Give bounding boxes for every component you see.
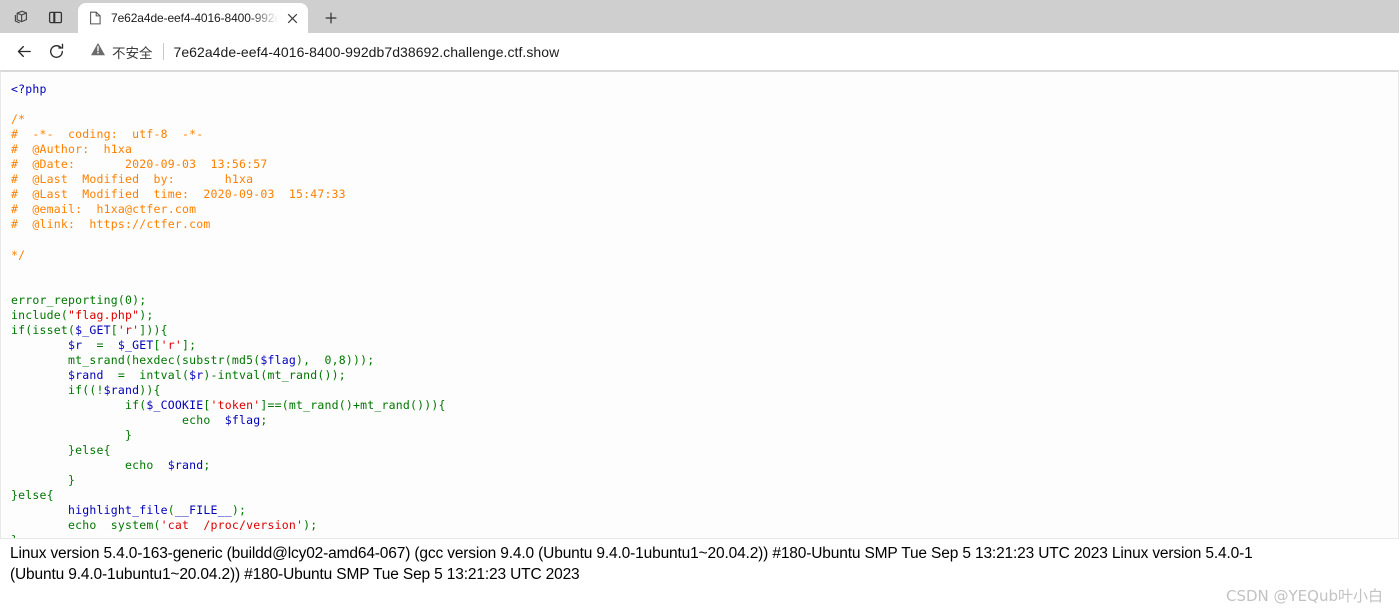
comment-line: # @link: https://ctfer.com [11, 217, 211, 232]
code-token: echo [124, 458, 154, 473]
code-token: ( [167, 503, 175, 518]
code-token: if( [124, 397, 147, 412]
browser-tab[interactable]: 7e62a4de-eef4-4016-8400-992db7d38692.cha… [78, 3, 308, 33]
comment-line: # @email: h1xa@ctfer.com [11, 202, 197, 217]
code-token: ); [231, 503, 247, 518]
navigation-toolbar: 不安全 7e62a4de-eef4-4016-8400-992db7d38692… [0, 33, 1399, 70]
code-token: = [82, 337, 118, 352]
code-token: (hexdec(substr(md5( [125, 352, 261, 367]
code-token: "flag.php" [68, 307, 140, 322]
warning-triangle-icon [90, 41, 106, 62]
code-token: 'r' [117, 322, 140, 337]
code-token: $r [68, 337, 83, 352]
php-source-highlight: <?php /* # -*- coding: utf-8 -*- # @Auth… [0, 71, 1399, 539]
code-token: }else{ [68, 443, 111, 458]
security-status[interactable]: 不安全 [90, 41, 153, 62]
code-token: highlight_file [68, 503, 168, 518]
code-token: )-intval(mt_rand()); [203, 367, 346, 382]
code-token: if((! [68, 382, 104, 397]
tab-title: 7e62a4de-eef4-4016-8400-992db7d38692.cha… [111, 11, 280, 25]
tab-strip: 7e62a4de-eef4-4016-8400-992db7d38692.cha… [0, 0, 1399, 33]
php-open-tag: <?php [11, 82, 47, 96]
code-token: ( [60, 307, 68, 322]
code-token: $flag [260, 352, 296, 367]
code-token: $rand [167, 458, 204, 473]
comment-line: # @Last Modified by: h1xa [11, 172, 254, 187]
page-viewport: <?php /* # -*- coding: utf-8 -*- # @Auth… [0, 71, 1399, 614]
command-output-line-2: (Ubuntu 9.4.0-1ubuntu1~20.04.2)) #180-Ub… [10, 566, 580, 583]
comment-line: # @Date: 2020-09-03 13:56:57 [11, 157, 268, 172]
code-token: error_reporting [11, 292, 118, 307]
close-icon[interactable] [282, 8, 302, 28]
code-token: ]; [182, 337, 197, 352]
code-token: echo [181, 413, 211, 428]
code-token: 'cat /proc/version' [160, 518, 304, 533]
csdn-watermark: CSDN @YEQub叶小白 [1225, 587, 1383, 605]
code-token: include [11, 307, 61, 322]
new-tab-button[interactable] [316, 4, 346, 32]
code-token: ), 0,8))); [295, 352, 375, 367]
command-output-line-1: Linux version 5.4.0-163-generic (buildd@… [10, 545, 1253, 562]
comment-line: /* [11, 112, 26, 127]
code-token: ; [139, 292, 147, 307]
code-token: ; [146, 307, 154, 322]
security-label: 不安全 [112, 45, 153, 61]
url-text: 7e62a4de-eef4-4016-8400-992db7d38692.cha… [173, 43, 560, 60]
code-token: 'r' [160, 337, 182, 352]
comment-line: # @Last Modified time: 2020-09-03 15:47:… [11, 187, 346, 202]
code-token: system( [96, 518, 161, 533]
code-token: $rand [68, 367, 104, 382]
comment-line: */ [11, 247, 26, 262]
code-token: $_GET [117, 337, 154, 352]
code-token: 'token' [210, 397, 261, 412]
comment-line: # @Author: h1xa [11, 142, 133, 157]
code-token: $flag [224, 413, 261, 428]
code-token: $_GET [75, 322, 111, 337]
code-token: = intval( [103, 367, 190, 382]
vertical-tabs-icon[interactable] [38, 2, 72, 32]
reload-icon[interactable] [40, 36, 72, 68]
code-token: [ [110, 322, 118, 337]
code-token: $rand [103, 382, 140, 397]
command-output: Linux version 5.4.0-163-generic (buildd@… [0, 539, 1399, 599]
back-arrow-icon[interactable] [8, 36, 40, 68]
code-token: __FILE__ [174, 503, 232, 518]
code-token: }else{ [11, 488, 54, 503]
code-token: $_COOKIE [146, 397, 204, 412]
browser-window: 7e62a4de-eef4-4016-8400-992db7d38692.cha… [0, 0, 1399, 614]
code-token: } [124, 428, 133, 443]
code-token: ; [203, 458, 211, 473]
code-token: } [68, 473, 76, 488]
code-token: echo [68, 518, 97, 533]
code-token: ]==(mt_rand()+mt_rand())){ [260, 397, 446, 412]
code-token: (0) [117, 292, 140, 307]
tab-actions-icon[interactable] [4, 2, 38, 32]
document-favicon [87, 10, 103, 26]
code-token: ])){ [139, 322, 168, 337]
code-token: ; [260, 413, 268, 428]
code-token: $r [189, 367, 204, 382]
code-token: )){ [139, 382, 161, 397]
code-token: ); [303, 518, 318, 533]
comment-line: # -*- coding: utf-8 -*- [11, 127, 204, 142]
code-token: [ [153, 337, 161, 352]
omnibox-divider [162, 43, 164, 60]
address-bar[interactable]: 不安全 7e62a4de-eef4-4016-8400-992db7d38692… [80, 37, 1391, 66]
code-token: if(isset( [11, 322, 76, 337]
code-token: mt_srand [68, 352, 125, 367]
